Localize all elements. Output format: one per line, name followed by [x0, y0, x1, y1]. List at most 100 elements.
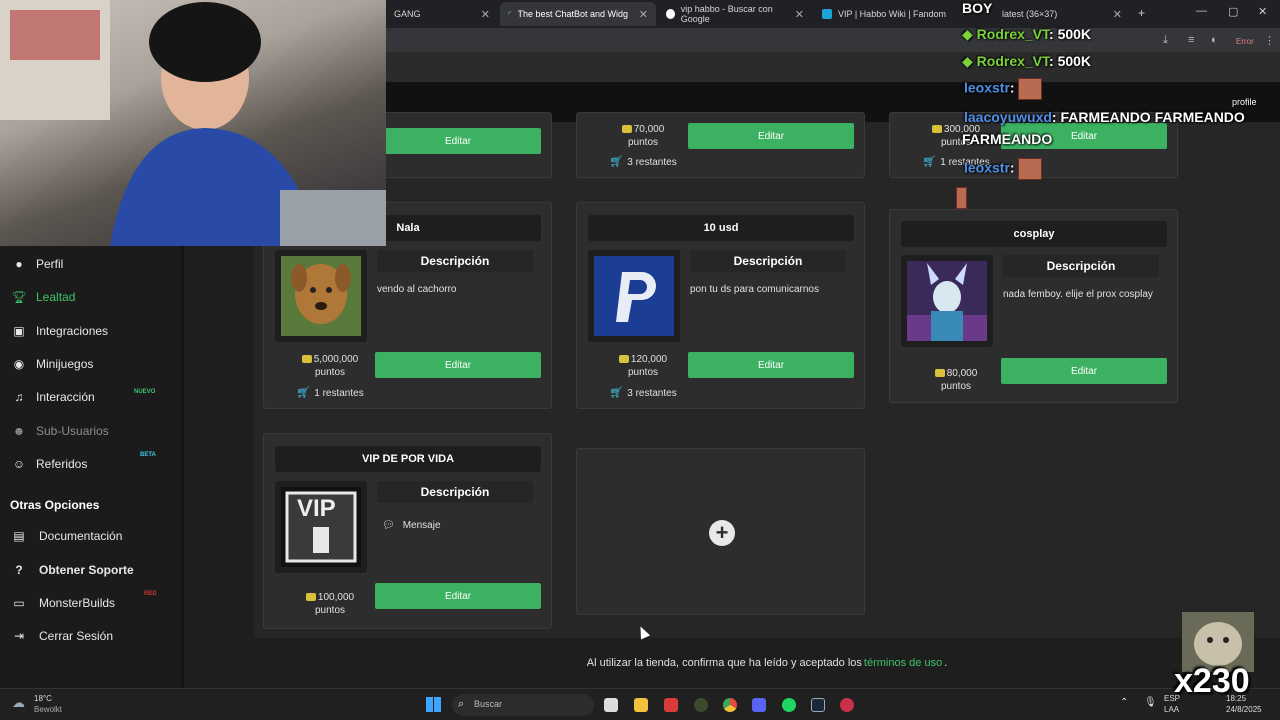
edit-button[interactable]: Editar: [688, 352, 854, 378]
taskbar-search[interactable]: ⌕ Buscar: [452, 694, 594, 716]
red-badge: RED: [144, 591, 157, 597]
sidebar-item-soporte[interactable]: ? Obtener Soporte: [0, 557, 180, 583]
paypal-logo: [588, 250, 680, 342]
description-text: vendo al cachorro: [377, 284, 457, 295]
trophy-icon: 🏆︎: [11, 290, 27, 304]
emote-icon: [956, 187, 967, 209]
app-dark-icon[interactable]: [694, 698, 708, 712]
taskbar: ☁ 18°C Bewolkt ⌕ Buscar ⌃ 🎙︎ ESP LAA 18:…: [0, 688, 1280, 720]
clock-date[interactable]: 24/8/2025: [1226, 705, 1262, 714]
sidebar-item-label: Lealtad: [36, 290, 76, 304]
stream-chat-overlay: BOY ◆ Rodrex_VT: 500K ◆ Rodrex_VT: 500K …: [956, 0, 1280, 212]
description-text: 💬︎ Mensaje: [382, 520, 441, 531]
document-icon: ▤: [13, 529, 25, 543]
sidebar-item-label: Sub-Usuarios: [36, 424, 109, 438]
sidebar-item-sub-usuarios[interactable]: ☻ Sub-Usuarios: [0, 418, 180, 444]
discord-icon[interactable]: [752, 698, 766, 712]
close-tab-icon[interactable]: ✕: [639, 8, 648, 21]
google-icon: [666, 9, 675, 19]
add-icon[interactable]: +: [709, 520, 735, 546]
sidebar-item-label: Referidos: [36, 457, 88, 471]
browser-tab-1[interactable]: GANG ✕: [386, 2, 498, 26]
edit-button[interactable]: Editar: [375, 128, 541, 154]
terms-link[interactable]: términos de uso: [864, 657, 942, 669]
section-title-otras-opciones: Otras Opciones: [10, 498, 100, 512]
integrations-icon: ▣: [13, 324, 25, 338]
weather-desc: Bewolkt: [34, 705, 63, 714]
logout-icon: ⇥: [13, 629, 25, 643]
browser-tab-4[interactable]: VIP | Habbo Wiki | Fandom: [814, 2, 964, 26]
taskview-icon[interactable]: [604, 698, 618, 712]
help-icon: ?: [15, 563, 23, 577]
coins-icon: [618, 355, 629, 364]
footer: Al utilizar la tienda, confirma que ha l…: [254, 638, 1280, 688]
chat-line: ◆ Rodrex_VT: 500K: [962, 53, 1092, 69]
tab-title: The best ChatBot and Widgets: [517, 9, 628, 19]
chat-line: ◆ Rodrex_VT: 500K: [962, 26, 1092, 42]
app-icon[interactable]: [840, 698, 854, 712]
tab-title: GANG: [394, 9, 421, 19]
users-icon: ☺: [12, 457, 26, 471]
chrome-icon[interactable]: [723, 698, 737, 712]
tab-title: VIP | Habbo Wiki | Fandom: [838, 9, 947, 19]
coins-icon: [931, 125, 942, 134]
edit-button[interactable]: Editar: [375, 583, 541, 609]
sidebar-item-lealtad[interactable]: 🏆︎ Lealtad: [0, 284, 180, 310]
stream-alert-overlay: x230: [1174, 612, 1254, 700]
coins-icon: [934, 369, 945, 378]
browser-tab-3[interactable]: vip habbo - Buscar con Google ✕: [658, 2, 812, 26]
lang-bottom[interactable]: LAA: [1164, 705, 1179, 714]
close-tab-icon[interactable]: ✕: [795, 8, 804, 21]
price-label: 70,000 puntos: [588, 123, 698, 149]
tray-chevron-icon[interactable]: ⌃: [1120, 697, 1128, 708]
chat-line: leoxstr:: [964, 158, 1043, 180]
reward-card: 70,000 puntos Editar 🛒︎ 3 restantes: [576, 112, 865, 178]
close-tab-icon[interactable]: ✕: [481, 8, 490, 21]
description-heading: Descripción: [690, 250, 846, 272]
stock-label: 🛒︎ 1 restantes: [296, 387, 364, 399]
edit-button[interactable]: Editar: [375, 352, 541, 378]
sidebar-item-interaccion[interactable]: ♫ Interacción NUEVO: [0, 384, 180, 410]
chat-line: laacoyuwuxd: FARMEANDO FARMEANDO: [964, 109, 1245, 125]
card-title: cosplay: [901, 221, 1167, 247]
cart-icon: 🛒︎: [296, 387, 311, 399]
sidebar-item-documentacion[interactable]: ▤ Documentación: [0, 523, 180, 549]
steam-icon[interactable]: [811, 698, 825, 712]
windows-start-icon[interactable]: [426, 697, 441, 712]
badge-icon: ◆: [962, 26, 977, 42]
webcam-overlay: [0, 0, 386, 246]
chat-line: leoxstr:: [964, 78, 1043, 100]
vip-badge-text: VIP: [297, 495, 336, 522]
badge-icon: ◆: [962, 53, 977, 69]
edit-button[interactable]: Editar: [688, 123, 854, 149]
sidebar-item-referidos[interactable]: ☺ Referidos BETA: [0, 451, 180, 477]
add-reward-card[interactable]: +: [576, 448, 865, 615]
sidebar-item-label: Cerrar Sesión: [39, 629, 114, 643]
edit-button[interactable]: Editar: [1001, 358, 1167, 384]
sidebar-item-perfil[interactable]: ● Perfil: [0, 251, 180, 277]
mic-icon[interactable]: 🎙︎: [1144, 697, 1157, 708]
browser-tab-2[interactable]: ◜ The best ChatBot and Widgets ✕: [500, 2, 656, 26]
sidebar-item-cerrar-sesion[interactable]: ⇥ Cerrar Sesión: [0, 623, 180, 649]
new-badge: NUEVO: [134, 389, 156, 395]
music-icon: ♫: [14, 390, 24, 404]
spotify-icon[interactable]: [782, 698, 796, 712]
reward-card-cosplay: cosplay Descripción nada femboy. elije e…: [889, 209, 1178, 403]
sidebar-item-integraciones[interactable]: ▣ Integraciones: [0, 318, 180, 344]
footer-period: .: [944, 657, 948, 669]
search-icon: ⌕: [458, 698, 465, 710]
weather-icon: ☁: [12, 695, 25, 710]
sidebar-item-monsterbuilds[interactable]: ▭ MonsterBuilds RED: [0, 590, 180, 616]
footer-text: Al utilizar la tienda, confirma que ha l…: [586, 657, 862, 669]
vip-badge-image: VIP: [275, 481, 367, 573]
group-icon: ☻: [12, 424, 26, 438]
sidebar-item-label: Integraciones: [36, 324, 109, 338]
sidebar-item-minijuegos[interactable]: ◉ Minijuegos: [0, 351, 180, 377]
file-explorer-icon[interactable]: [634, 698, 648, 712]
description-heading: Descripción: [1003, 255, 1159, 277]
reward-card-10-usd: 10 usd Descripción pon tu ds para comuni…: [576, 202, 865, 409]
sidebar-item-label: Interacción: [36, 390, 95, 404]
alert-multiplier: x230: [1174, 662, 1250, 700]
app-red-icon[interactable]: [664, 698, 678, 712]
sidebar-item-label: Obtener Soporte: [39, 563, 134, 577]
